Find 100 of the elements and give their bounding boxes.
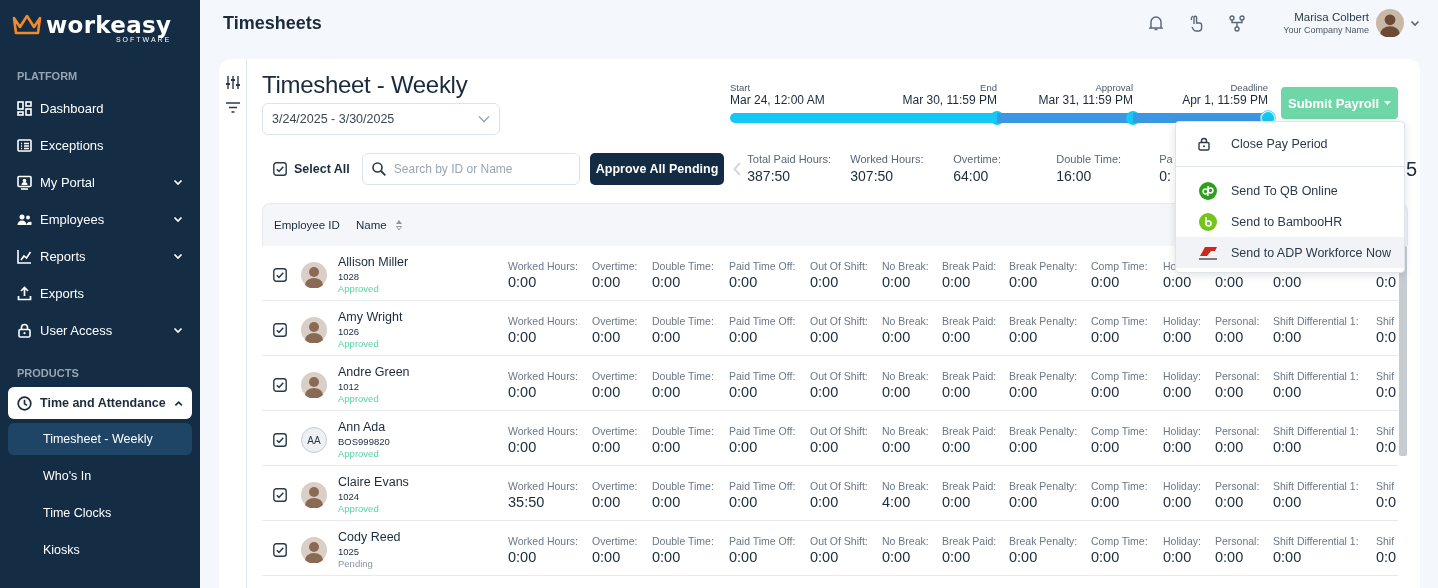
qb-logo-icon <box>1198 180 1218 201</box>
field-value: 0:00 <box>652 328 682 347</box>
sidebar-subitem[interactable]: Who's In <box>8 460 192 492</box>
employee-name[interactable]: Ann Ada <box>338 420 508 436</box>
stat-value: 0: <box>1159 166 1172 186</box>
bell-icon[interactable] <box>1149 15 1164 31</box>
status-text: Approved <box>338 502 380 515</box>
sidebar-item[interactable]: Dashboard <box>0 90 200 127</box>
sort-icon[interactable] <box>394 219 403 231</box>
employee-name[interactable]: Allison Miller <box>338 255 508 271</box>
sidebar-item[interactable]: Employees <box>0 201 200 238</box>
milestone-label: Start <box>730 83 752 94</box>
sidebar-item[interactable]: Reports <box>0 238 200 275</box>
hand-pointer-icon[interactable] <box>1189 14 1204 32</box>
sidebar-item[interactable]: My Portal <box>0 164 200 201</box>
sidebar-item[interactable]: User Access <box>0 312 200 349</box>
network-icon[interactable] <box>1229 14 1246 32</box>
milestone-label: Approval <box>1094 83 1133 94</box>
field-value: 0:00 <box>1009 328 1039 347</box>
filter-icon[interactable] <box>225 102 240 113</box>
avatar-icon[interactable] <box>1376 9 1404 37</box>
checkbox[interactable] <box>273 268 287 282</box>
field-value: 0:00 <box>942 438 972 457</box>
checkbox[interactable] <box>273 543 287 557</box>
field-value: 0:00 <box>1273 438 1303 457</box>
field-value: 0:00 <box>508 548 538 567</box>
checkbox[interactable] <box>273 378 287 392</box>
field-value: 0:00 <box>1163 383 1193 402</box>
field-value: 0:00 <box>652 493 682 512</box>
field-label: Paid Time Off: <box>729 259 797 273</box>
checkbox[interactable] <box>273 323 287 337</box>
field-label: Overtime: <box>592 424 639 438</box>
employee-name[interactable]: Andre Green <box>338 365 508 381</box>
field-value: 0:00 <box>882 548 912 567</box>
employee-name[interactable]: Claire Evans <box>338 475 508 491</box>
field-value: 0:00 <box>810 548 840 567</box>
field-value: 0:00 <box>810 273 840 292</box>
milestone-label: Deadline <box>1229 83 1268 94</box>
menu-item[interactable]: Send to ADP Workforce Now <box>1176 237 1404 268</box>
field-value: 0:00 <box>942 493 972 512</box>
field-label: Break Paid: <box>942 314 998 328</box>
field-value: 0:00 <box>1163 493 1193 512</box>
field-value: 0:00 <box>1215 548 1245 567</box>
menu-item[interactable]: Close Pay Period <box>1176 128 1404 160</box>
sidebar-subitem[interactable]: Timesheet - Weekly <box>8 423 192 455</box>
field-value: 0:00 <box>1215 438 1245 457</box>
field-value: 0:00 <box>729 493 759 512</box>
field-value: 0:00 <box>508 383 538 402</box>
field-value: 0:00 <box>652 273 682 292</box>
crown-logo-icon <box>12 14 42 36</box>
sliders-icon[interactable] <box>225 75 240 90</box>
field-label: Holiday: <box>1163 369 1202 383</box>
status-text: Pending <box>338 557 374 570</box>
search-field[interactable]: Search by ID or Name <box>361 153 580 185</box>
field-value: 0:00 <box>1091 273 1121 292</box>
checkbox[interactable] <box>273 488 287 502</box>
clock-icon <box>17 395 32 411</box>
employee-name[interactable]: Amy Wright <box>338 310 508 326</box>
sidebar-subitem[interactable]: Kiosks <box>8 534 192 566</box>
field-value: 0:00 <box>1273 383 1303 402</box>
select-all-label[interactable]: Select All <box>294 162 350 176</box>
field-value: 0:00 <box>1273 328 1303 347</box>
scrollbar[interactable] <box>1399 246 1407 456</box>
field-label: Holiday: <box>1163 424 1202 438</box>
field-value: 0:00 <box>1215 383 1245 402</box>
sidebar-item[interactable]: Exports <box>0 275 200 312</box>
field-label: Break Penalty: <box>1009 424 1079 438</box>
approve-all-button[interactable]: Approve All Pending <box>589 153 725 185</box>
field-label: No Break: <box>882 424 930 438</box>
column-header[interactable]: Employee ID <box>274 219 356 231</box>
sidebar-subitem[interactable]: Time Clocks <box>8 497 192 529</box>
menu-item[interactable]: Send To QB Online <box>1176 175 1404 206</box>
employee-id: 1026 <box>338 325 361 338</box>
field-label: Comp Time: <box>1091 479 1149 493</box>
field-value: 0:00 <box>592 438 622 457</box>
field-label: Overtime: <box>592 534 639 548</box>
column-header[interactable]: Name <box>356 219 387 231</box>
field-label: Shif <box>1376 369 1396 383</box>
field-value: 0:00 <box>508 328 538 347</box>
caret-icon <box>1384 101 1391 105</box>
field-label: Shift Differential 1: <box>1273 424 1360 438</box>
field-label: Overtime: <box>592 314 639 328</box>
field-label: Shift Differential 1: <box>1273 479 1360 493</box>
field-value: 0:0 <box>1376 328 1398 347</box>
checkbox[interactable] <box>273 162 287 176</box>
employee-name[interactable]: Cody Reed <box>338 530 508 546</box>
date-range-select[interactable]: 3/24/2025 - 3/30/2025 <box>262 103 500 135</box>
field-label: Double Time: <box>652 369 715 383</box>
upload-icon <box>17 286 32 301</box>
field-label: Personal: <box>1215 314 1261 328</box>
menu-item[interactable]: Send to BambooHR <box>1176 206 1404 237</box>
chevron-up-icon[interactable] <box>173 399 183 407</box>
field-label: Comp Time: <box>1091 259 1149 273</box>
field-label: Overtime: <box>592 479 639 493</box>
sidebar-item[interactable]: Time and Attendance <box>8 387 192 419</box>
field-value: 0:00 <box>1009 493 1039 512</box>
avatar-icon <box>301 482 327 508</box>
sidebar-item[interactable]: Exceptions <box>0 127 200 164</box>
checkbox[interactable] <box>273 433 287 447</box>
field-value: 0:00 <box>652 438 682 457</box>
